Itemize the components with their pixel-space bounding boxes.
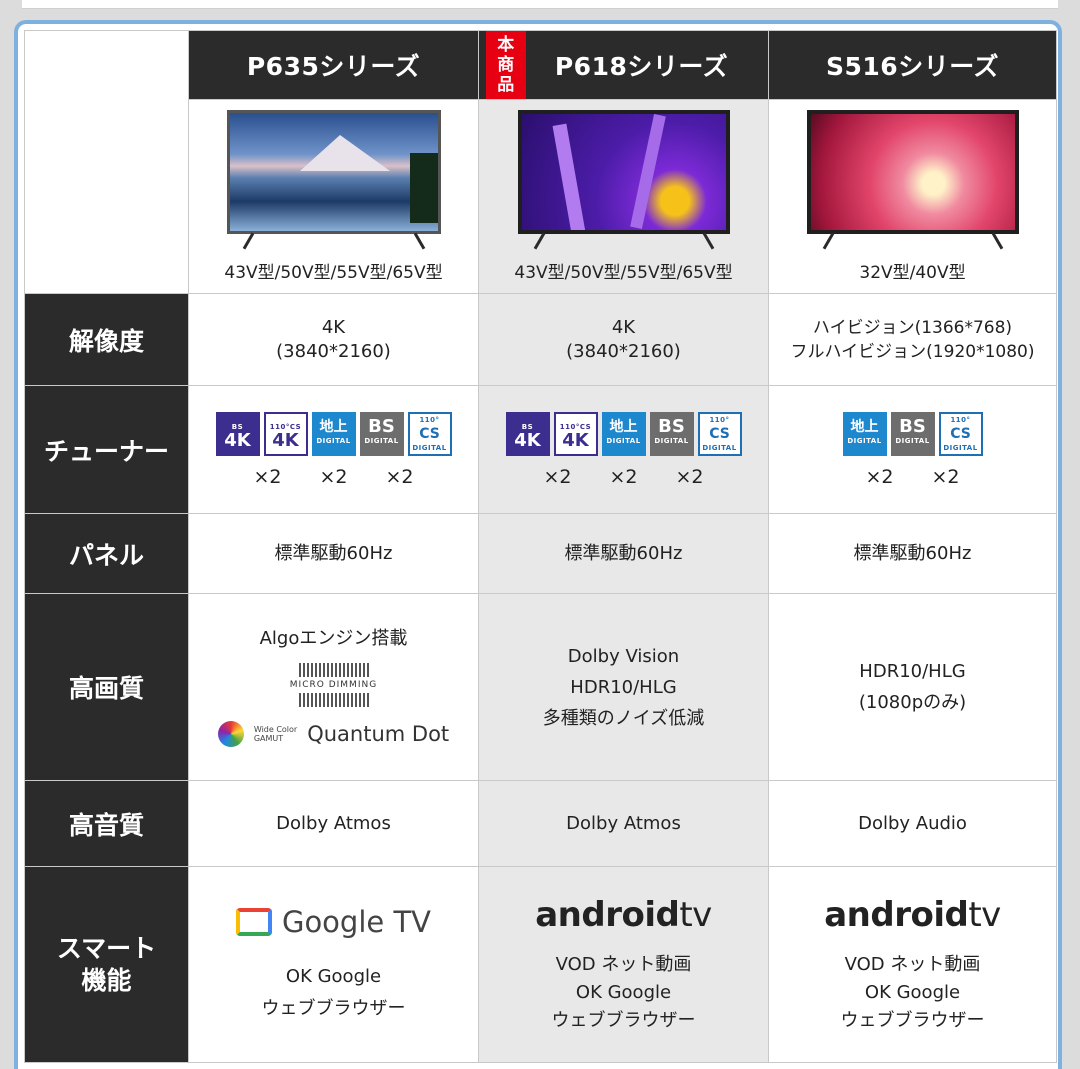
size-list: 43V型/50V型/55V型/65V型: [224, 263, 443, 283]
sound-s516: Dolby Audio: [768, 780, 1057, 867]
tuner-p618: BS 4K 110°CS 4K 地上 DIGITAL BS DIGITAL 110° CS…: [478, 385, 769, 514]
series-name: S516シリーズ: [826, 52, 999, 81]
row-header-resolution: 解像度: [24, 293, 189, 386]
android-tv-logo: androidtv: [535, 894, 712, 935]
size-list: 32V型/40V型: [859, 263, 966, 283]
cs4k-logo-icon: 110°CS 4K: [263, 411, 308, 456]
micro-dimming-icon: [189, 693, 478, 707]
google-tv-logo: Google TV: [189, 905, 478, 939]
panel-s516: 標準駆動60Hz: [768, 513, 1057, 594]
smart-p635: Google TV OK Google ウェブブラウザー: [188, 866, 479, 1063]
bs4k-logo-icon: BS 4K: [215, 411, 260, 456]
row-header-tuner: チューナー: [24, 385, 189, 514]
sound-p618: Dolby Atmos: [478, 780, 769, 867]
comparison-table: P635シリーズ 本 商 品 P618シリーズ S516シリーズ 43V型/50…: [24, 30, 1057, 1063]
size-list: 43V型/50V型/55V型/65V型: [514, 263, 733, 283]
picture-s516: HDR10/HLG (1080pのみ): [768, 593, 1057, 781]
android-tv-logo: androidtv: [824, 894, 1001, 935]
cs4k-logo-icon: 110°CS 4K: [553, 411, 598, 456]
resolution-p618: 4K (3840*2160): [478, 293, 769, 386]
column-header-s516: S516シリーズ: [768, 30, 1057, 100]
smart-s516: androidtv VOD ネット動画 OK Google ウェブブラウザー: [768, 866, 1057, 1063]
panel-p618: 標準駆動60Hz: [478, 513, 769, 594]
picture-p635: Algoエンジン搭載 MICRO DIMMING Wide Color GAMU…: [188, 593, 479, 781]
panel-p635: 標準駆動60Hz: [188, 513, 479, 594]
product-image-p635: 43V型/50V型/55V型/65V型: [188, 99, 479, 294]
row-header-sound: 高音質: [24, 780, 189, 867]
top-strip: [22, 0, 1058, 9]
terrestrial-digital-logo-icon: 地上 DIGITAL: [601, 411, 646, 456]
micro-dimming-label: MICRO DIMMING: [289, 680, 378, 690]
resolution-s516: ハイビジョン(1366*768) フルハイビジョン(1920*1080): [768, 293, 1057, 386]
corner-cell: [24, 30, 189, 294]
sound-p635: Dolby Atmos: [188, 780, 479, 867]
series-name: P618シリーズ: [554, 52, 729, 81]
quantum-dot-logo: Quantum Dot: [307, 722, 450, 746]
main-product-badge: 本 商 品: [486, 31, 526, 99]
product-image-p618: 43V型/50V型/55V型/65V型: [478, 99, 769, 294]
tuner-p635: BS 4K 110°CS 4K 地上 DIGITAL BS DIGITAL 110° CS…: [188, 385, 479, 514]
tv-image: [806, 110, 1019, 250]
column-header-p635: P635シリーズ: [188, 30, 479, 100]
wide-color-gamut-icon: [217, 721, 244, 747]
row-header-smart: スマート 機能: [24, 866, 189, 1063]
bs4k-logo-icon: BS 4K: [505, 411, 550, 456]
product-image-s516: 32V型/40V型: [768, 99, 1057, 294]
tv-image: [517, 110, 730, 250]
terrestrial-digital-logo-icon: 地上 DIGITAL: [842, 411, 887, 456]
cs-digital-logo-icon: 110° CS DIGITAL: [407, 411, 452, 456]
smart-p618: androidtv VOD ネット動画 OK Google ウェブブラウザー: [478, 866, 769, 1063]
google-tv-icon: [235, 907, 272, 936]
tuner-s516: 地上 DIGITAL BS DIGITAL 110° CS DIGITAL ×2 ×2: [768, 385, 1057, 514]
cs-digital-logo-icon: 110° CS DIGITAL: [938, 411, 983, 456]
micro-dimming-icon: [189, 663, 478, 677]
series-name: P635シリーズ: [246, 52, 421, 81]
column-header-p618: 本 商 品 P618シリーズ: [478, 30, 769, 100]
terrestrial-digital-logo-icon: 地上 DIGITAL: [311, 411, 356, 456]
tv-image: [226, 110, 441, 250]
bs-digital-logo-icon: BS DIGITAL: [890, 411, 935, 456]
algo-engine-text: Algoエンジン搭載: [259, 628, 408, 649]
row-header-panel: パネル: [24, 513, 189, 594]
cs-digital-logo-icon: 110° CS DIGITAL: [697, 411, 742, 456]
resolution-p635: 4K (3840*2160): [188, 293, 479, 386]
bs-digital-logo-icon: BS DIGITAL: [649, 411, 694, 456]
picture-p618: Dolby Vision HDR10/HLG 多種類のノイズ低減: [478, 593, 769, 781]
row-header-picture: 高画質: [24, 593, 189, 781]
bs-digital-logo-icon: BS DIGITAL: [359, 411, 404, 456]
